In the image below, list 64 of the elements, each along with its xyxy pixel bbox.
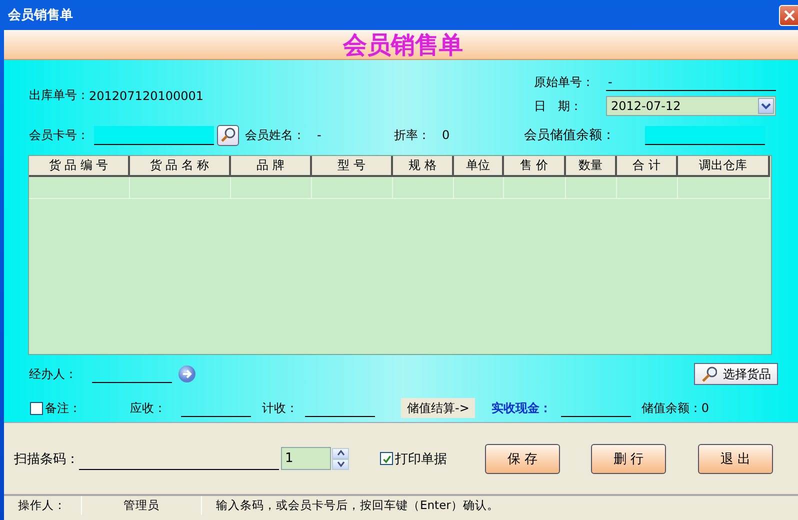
date-dropdown[interactable]: 2012-07-12 [606,96,776,116]
action-button[interactable]: 保 存 [485,444,560,474]
check-icon [382,454,392,464]
checkbox[interactable] [380,452,393,465]
column-header: 型 号 [312,156,393,177]
column-header: 品 牌 [231,156,312,177]
member-name: - [317,128,322,142]
outbound-number: 201207120100001 [89,88,204,102]
chevron-down-icon [336,461,344,467]
field-label: 应收： [130,400,166,416]
column-header: 调出仓库 [678,156,770,177]
arrow-right-icon[interactable] [178,365,196,383]
table-cell [454,177,504,199]
spin-up-button[interactable] [332,448,349,458]
field-label: 原始单号： [534,74,595,90]
form-banner: 会员销售单 [4,30,798,60]
column-header: 合 计 [617,156,678,177]
checkbox[interactable] [30,402,43,414]
field-label: 会员姓名： [245,126,305,144]
chevron-up-icon [336,450,344,456]
action-button[interactable]: 退 出 [698,444,773,474]
table-cell [393,177,454,199]
column-header: 货 品 编 号 [29,156,130,177]
input-field[interactable] [645,126,765,144]
field-label: 计收： [262,400,298,416]
quantity-field[interactable]: 1 [281,447,331,470]
close-icon [783,8,796,22]
field-label: 扫描条码： [14,450,79,468]
stored-value-settle-button[interactable]: 储值结算-> [401,398,476,418]
column-header: 单位 [454,156,504,177]
column-header: 货 品 名 称 [130,156,231,177]
chevron-down-icon [761,102,771,110]
close-button[interactable] [779,4,798,26]
field-label: 储值余额： [641,400,702,416]
dropdown-button[interactable] [758,98,774,114]
table-cell [504,177,566,199]
status-text: 操作人： [4,496,82,515]
field-label: 出库单号： [29,87,89,104]
field-label: 会员卡号： [29,126,89,144]
field-label: 会员储值余额： [524,127,616,144]
search-button[interactable] [217,124,239,146]
search-icon [701,366,717,382]
field-label: 实收现金： [491,400,552,416]
column-header: 规 格 [393,156,454,177]
field-label: 备注： [45,400,82,416]
checkbox-label: 打印单据 [395,450,447,468]
search-icon [220,127,236,143]
action-button[interactable]: 删 行 [591,444,666,474]
select-goods-button[interactable]: 选择货品 [694,363,778,385]
table-cell [617,177,678,199]
field-label: 日 期： [534,98,583,114]
column-header: 售 价 [504,156,566,177]
table-cell [566,177,617,199]
status-text: 输入条码，或会员卡号后，按回车键（Enter）确认。 [202,496,798,515]
field-label: 折率： [394,126,430,144]
column-header: 数量 [566,156,617,177]
discount-value: 0 [442,128,451,142]
field-label: 经办人： [29,366,77,382]
stored-balance-value: 0 [701,401,710,415]
spin-down-button[interactable] [332,458,349,470]
input-field[interactable] [94,126,214,144]
status-text: 管理员 [82,496,202,515]
input-field[interactable]: - [606,73,776,91]
window-title: 会员销售单 [8,7,73,24]
